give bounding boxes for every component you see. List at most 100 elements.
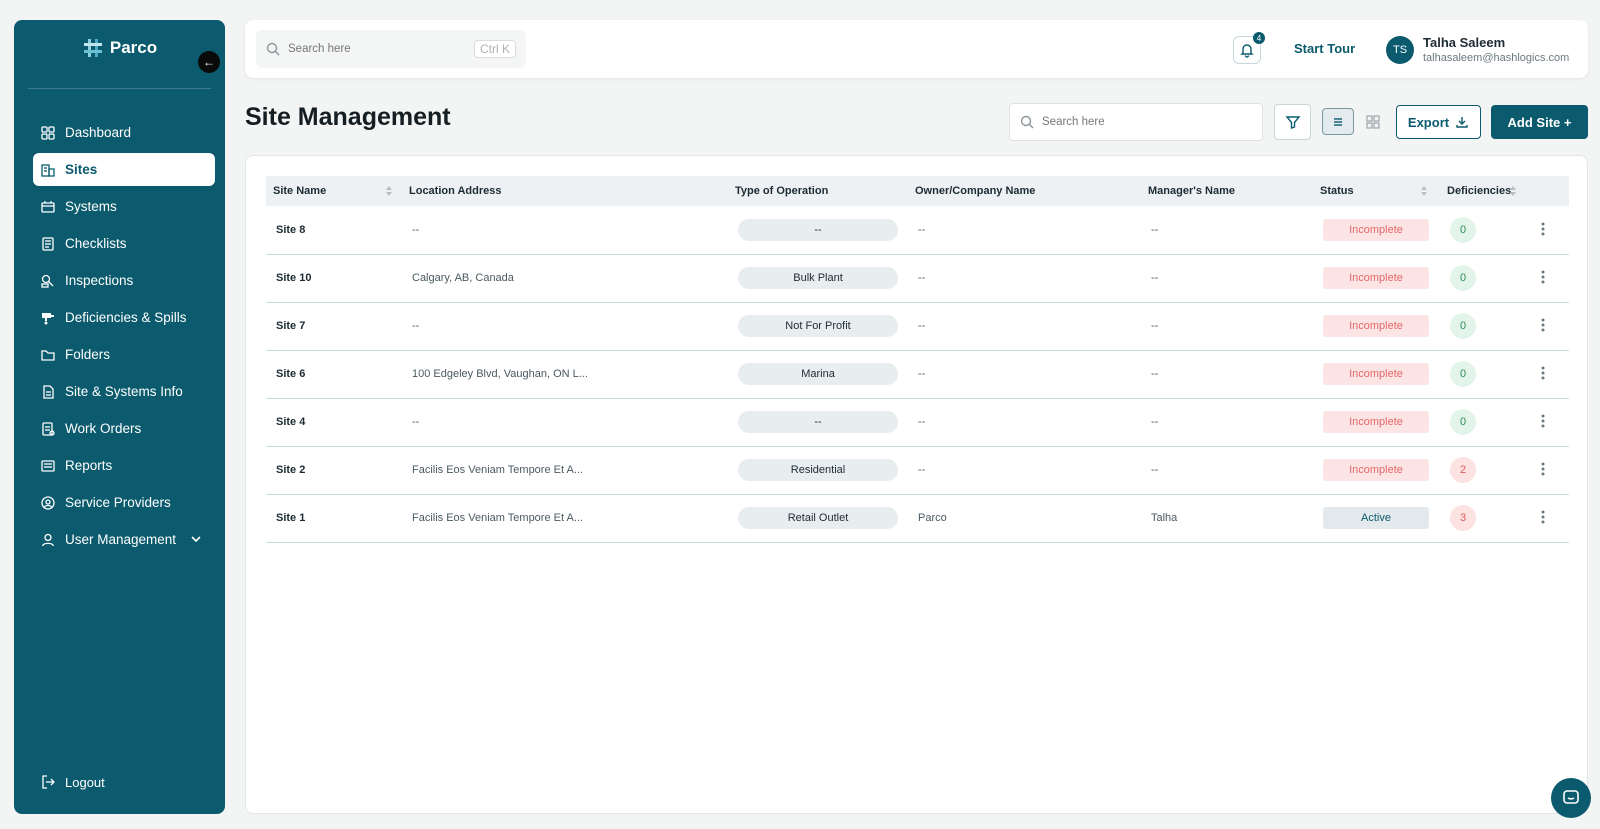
site-name-cell[interactable]: Site 6 xyxy=(266,350,402,398)
status-badge: Incomplete xyxy=(1323,363,1429,385)
column-header-site-name[interactable]: Site Name xyxy=(266,176,402,206)
operation-cell: Bulk Plant xyxy=(728,254,908,302)
logout-button[interactable]: Logout xyxy=(40,774,105,790)
more-actions-icon[interactable] xyxy=(1535,461,1551,477)
sidebar-item-deficiencies[interactable]: Deficiencies & Spills xyxy=(33,301,215,334)
status-cell: Incomplete xyxy=(1313,398,1440,446)
column-header-deficiencies[interactable]: Deficiencies xyxy=(1440,176,1569,206)
grid-view-button[interactable] xyxy=(1361,108,1385,135)
sidebar-item-inspections[interactable]: Inspections xyxy=(33,264,215,297)
parco-logo-icon xyxy=(83,39,102,57)
table-row[interactable]: Site 2 Facilis Eos Veniam Tempore Et A..… xyxy=(266,446,1569,494)
sidebar-item-label: Systems xyxy=(65,199,117,214)
site-name-cell[interactable]: Site 2 xyxy=(266,446,402,494)
sidebar-item-checklists[interactable]: Checklists xyxy=(33,227,215,260)
deficiency-count-badge[interactable]: 2 xyxy=(1450,457,1476,483)
sidebar-item-work-orders[interactable]: Work Orders xyxy=(33,412,215,445)
brand[interactable]: Parco xyxy=(14,20,225,76)
more-actions-icon[interactable] xyxy=(1535,317,1551,333)
table-row[interactable]: Site 10 Calgary, AB, Canada Bulk Plant -… xyxy=(266,254,1569,302)
global-search[interactable]: Ctrl K xyxy=(256,30,526,68)
table-row[interactable]: Site 6 100 Edgeley Blvd, Vaughan, ON L..… xyxy=(266,350,1569,398)
more-actions-icon[interactable] xyxy=(1535,221,1551,237)
owner-cell: -- xyxy=(918,368,926,380)
divider xyxy=(28,88,211,89)
location-cell: Facilis Eos Veniam Tempore Et A... xyxy=(412,512,583,524)
deficiency-count-badge[interactable]: 0 xyxy=(1450,265,1476,291)
more-actions-icon[interactable] xyxy=(1535,365,1551,381)
operation-cell: Marina xyxy=(728,350,908,398)
deficiency-count-badge[interactable]: 0 xyxy=(1450,216,1476,243)
sidebar-item-sites[interactable]: Sites xyxy=(33,153,215,186)
page-title: Site Management xyxy=(245,103,451,131)
sidebar-item-dashboard[interactable]: Dashboard xyxy=(33,116,215,149)
add-site-button[interactable]: Add Site + xyxy=(1491,105,1588,139)
location-cell: -- xyxy=(412,223,420,236)
avatar[interactable]: TS xyxy=(1386,36,1414,64)
deficiency-count-badge[interactable]: 0 xyxy=(1450,361,1476,387)
folder-icon xyxy=(41,349,55,361)
site-name-cell[interactable]: Site 8 xyxy=(266,206,402,254)
sort-icon[interactable] xyxy=(1509,185,1517,197)
column-header-status[interactable]: Status xyxy=(1313,176,1440,206)
site-name-cell[interactable]: Site 10 xyxy=(266,254,402,302)
table-row[interactable]: Site 4 -- -- -- -- Incomplete 0 xyxy=(266,398,1569,446)
user-name: Talha Saleem xyxy=(1423,35,1506,50)
sidebar-item-folders[interactable]: Folders xyxy=(33,338,215,371)
sidebar-item-label: Reports xyxy=(65,458,113,473)
actions-cell xyxy=(1525,350,1569,398)
table-row[interactable]: Site 8 -- -- -- -- Incomplete 0 xyxy=(266,206,1569,254)
deficiency-count-badge[interactable]: 0 xyxy=(1450,409,1476,435)
global-search-input[interactable] xyxy=(288,43,468,55)
status-cell: Incomplete xyxy=(1313,206,1440,254)
status-cell: Incomplete xyxy=(1313,302,1440,350)
manager-cell: -- xyxy=(1151,320,1159,332)
add-site-label: Add Site + xyxy=(1507,114,1572,130)
site-search-input[interactable] xyxy=(1042,116,1242,128)
site-search[interactable] xyxy=(1009,103,1263,141)
owner-cell: -- xyxy=(918,320,926,332)
more-actions-icon[interactable] xyxy=(1535,509,1551,525)
sidebar-item-user-management[interactable]: User Management xyxy=(33,523,215,556)
user-email: talhasaleem@hashlogics.com xyxy=(1423,52,1570,64)
site-name-cell[interactable]: Site 1 xyxy=(266,494,402,542)
systems-icon xyxy=(41,200,55,213)
deficiency-count-badge[interactable]: 3 xyxy=(1450,505,1476,531)
table-header-row: Site Name Location Address Type of Opera… xyxy=(266,176,1569,206)
operation-chip: Bulk Plant xyxy=(738,267,898,289)
sidebar-item-site-systems-info[interactable]: Site & Systems Info xyxy=(33,375,215,408)
filter-icon xyxy=(1285,116,1300,129)
collapse-sidebar-button[interactable]: ← xyxy=(198,51,220,73)
chat-support-button[interactable] xyxy=(1551,778,1591,818)
operation-cell: Retail Outlet xyxy=(728,494,908,542)
chevron-down-icon[interactable] xyxy=(189,532,203,546)
sort-icon[interactable] xyxy=(385,185,393,197)
location-cell: -- xyxy=(412,320,420,332)
column-label: Deficiencies xyxy=(1447,185,1512,197)
deficiency-count-badge[interactable]: 0 xyxy=(1450,313,1476,339)
sidebar-item-service-providers[interactable]: Service Providers xyxy=(33,486,215,519)
list-view-button[interactable] xyxy=(1322,108,1354,135)
sites-table-card: Site Name Location Address Type of Opera… xyxy=(245,155,1588,814)
site-name-cell[interactable]: Site 7 xyxy=(266,302,402,350)
table-row[interactable]: Site 7 -- Not For Profit -- -- Incomplet… xyxy=(266,302,1569,350)
more-actions-icon[interactable] xyxy=(1535,413,1551,429)
spill-icon xyxy=(42,312,54,324)
sort-icon[interactable] xyxy=(1420,185,1428,197)
sidebar: Parco Dashboard Sites Systems Checklists… xyxy=(14,20,225,814)
more-actions-icon[interactable] xyxy=(1535,269,1551,285)
sidebar-item-label: Checklists xyxy=(65,236,127,251)
start-tour-link[interactable]: Start Tour xyxy=(1294,41,1355,56)
operation-cell: -- xyxy=(728,206,908,254)
export-button[interactable]: Export xyxy=(1396,105,1481,139)
deficiencies-cell: 0 xyxy=(1440,254,1525,302)
report-icon xyxy=(41,459,55,472)
sidebar-item-label: Dashboard xyxy=(65,125,132,140)
operation-chip: -- xyxy=(738,411,898,433)
table-row[interactable]: Site 1 Facilis Eos Veniam Tempore Et A..… xyxy=(266,494,1569,542)
sidebar-item-systems[interactable]: Systems xyxy=(33,190,215,223)
sidebar-item-reports[interactable]: Reports xyxy=(33,449,215,482)
filter-button[interactable] xyxy=(1274,104,1311,140)
site-name-cell[interactable]: Site 4 xyxy=(266,398,402,446)
notifications-button[interactable]: 4 xyxy=(1233,32,1265,64)
